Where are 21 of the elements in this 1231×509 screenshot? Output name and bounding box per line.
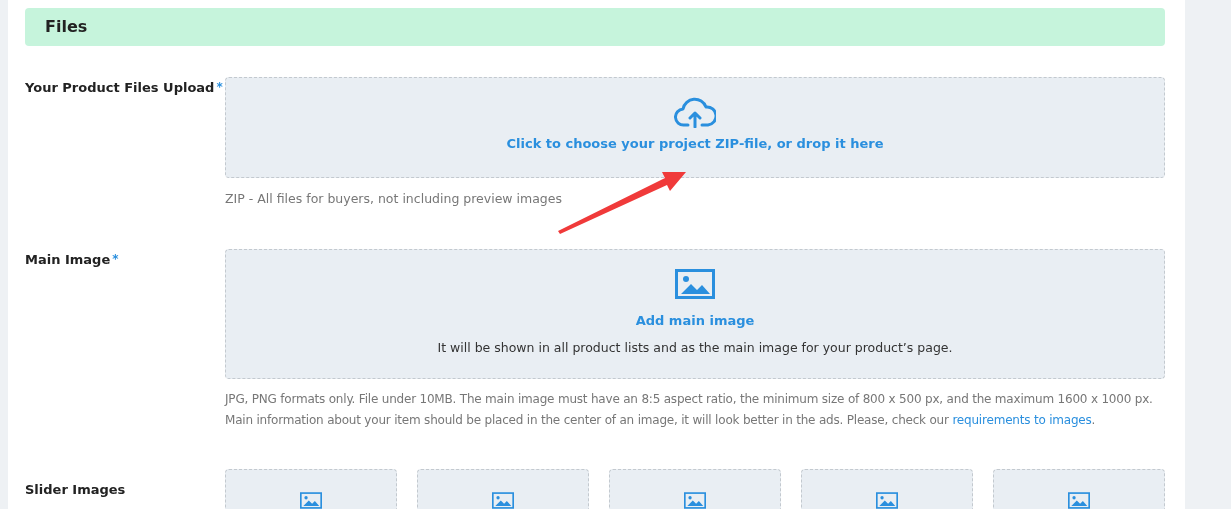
image-icon (684, 491, 706, 509)
image-icon (492, 491, 514, 509)
dropzone-description: It will be shown in all product lists and as the main image for your product’s page. (437, 339, 953, 358)
field-label: Main Image* (25, 250, 120, 269)
dropzone-prompt: Add main image (635, 311, 755, 330)
image-icon (300, 491, 322, 509)
image-icon (1068, 491, 1090, 509)
image-dropzone[interactable]: Add main image It will be shown in all product lists and as the main image for your product’s page. (225, 248, 1165, 379)
field-hint: JPG, PNG formats only. File under 10MB. The main image must have an 8:5 aspect ratio, the minimum size of 800 x 500 px, and the maximum 1600 x 1000 px. Main information about your item should be placed in the center of an image, it will look better in the ads. Please, check our requirements to images. (225, 390, 1154, 429)
file-dropzone[interactable]: Click to choose your project ZIP-file, or drop it here (225, 77, 1165, 178)
required-mark: * (216, 80, 223, 94)
requirements-link[interactable]: requirements to images (952, 412, 1092, 427)
required-mark: * (112, 251, 119, 266)
field-label: Your Product Files Upload* (25, 79, 224, 97)
field-hint: ZIP - All files for buyers, not including preview images (225, 190, 563, 208)
image-icon (675, 268, 715, 299)
image-icon (876, 491, 898, 509)
dropzone-prompt: Click to choose your project ZIP-file, or drop it here (506, 135, 884, 153)
upload-cloud-icon (674, 96, 716, 128)
section-title: Files (45, 16, 88, 38)
field-label: Slider Images (25, 480, 127, 499)
